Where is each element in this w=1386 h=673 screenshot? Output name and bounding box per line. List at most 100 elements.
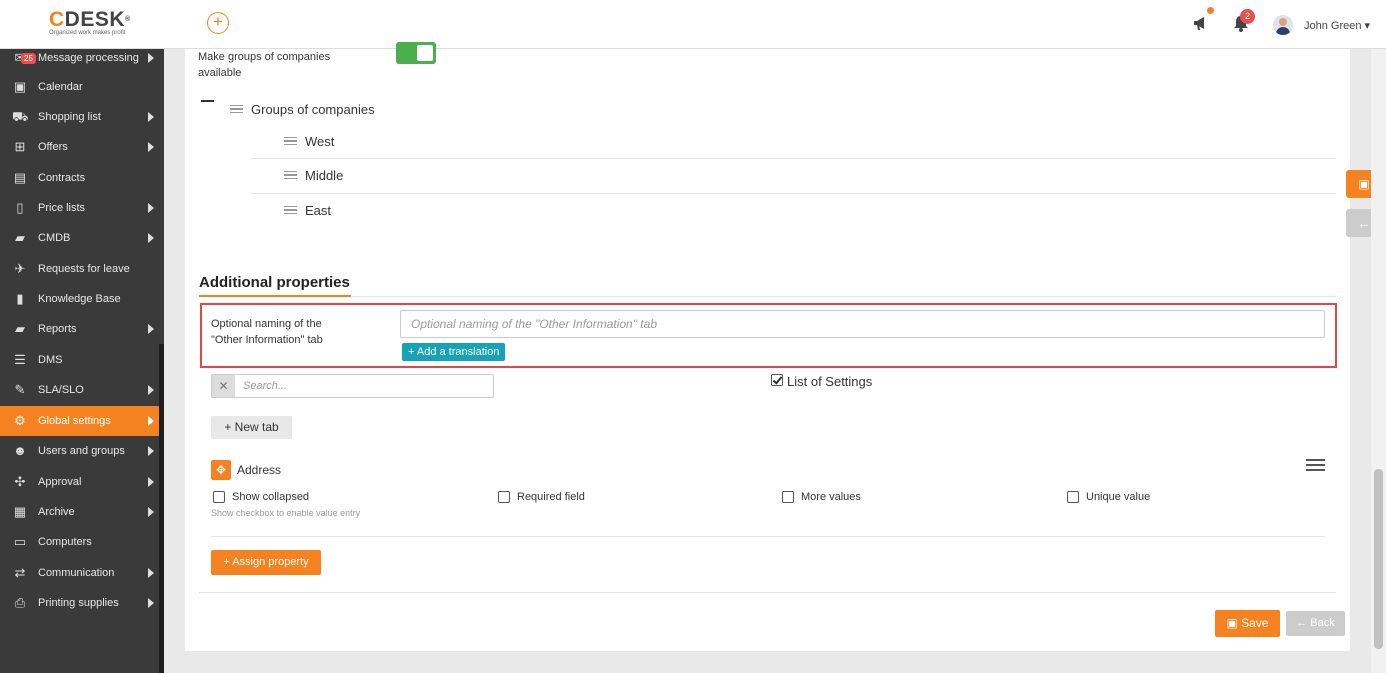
sidebar-item-contracts[interactable]: ▤ Contracts [0, 163, 159, 193]
book-icon: ▮ [16, 291, 24, 306]
chevron-right-icon [148, 53, 154, 63]
arrow-left-icon: ← [1296, 617, 1308, 629]
sidebar-item-price-lists[interactable]: ▯ Price lists [0, 193, 159, 223]
search-field[interactable]: ✕ Search... [211, 374, 494, 398]
floppy-icon: ▣ [1226, 616, 1238, 630]
database-icon: ☰ [14, 352, 26, 367]
move-icon[interactable]: ✥ [211, 460, 231, 480]
make-groups-toggle[interactable] [396, 42, 436, 64]
drag-handle-icon[interactable] [284, 137, 297, 145]
sidebar-item-label: Price lists [38, 202, 86, 214]
gift-icon: ⊞ [14, 139, 26, 154]
more-values-checkbox[interactable] [782, 491, 794, 503]
required-field-label[interactable]: Required field [517, 491, 585, 503]
sidebar-item-offers[interactable]: ⊞ Offers [0, 132, 159, 162]
divider [211, 536, 1325, 537]
sidebar-item-global-settings[interactable]: ⚙ Global settings [0, 406, 159, 436]
sidebar-item-label: DMS [38, 354, 63, 366]
section-underline [199, 295, 351, 297]
quick-add-button[interactable]: + [207, 12, 229, 34]
property-name: Address [237, 463, 282, 477]
page-scrollbar[interactable] [1371, 49, 1386, 673]
more-values-label[interactable]: More values [801, 491, 861, 503]
sidebar-item-knowledge-base[interactable]: ▮ Knowledge Base [0, 284, 159, 314]
show-collapsed-checkbox[interactable] [213, 491, 225, 503]
user-menu[interactable]: John Green ▾ [1304, 19, 1370, 32]
avatar[interactable] [1273, 15, 1293, 35]
list-of-settings-checkbox[interactable] [771, 374, 783, 386]
required-field-checkbox[interactable] [498, 491, 510, 503]
new-tab-button[interactable]: + New tab [211, 416, 292, 439]
chevron-right-icon [148, 142, 154, 152]
assign-property-button[interactable]: + Assign property [211, 550, 321, 575]
sidebar-item-message-processing[interactable]: ✉ 25 Message processing [0, 43, 159, 73]
sidebar-item-communication[interactable]: ⇄ Communication [0, 558, 159, 588]
sidebar-item-label: Communication [38, 567, 115, 579]
unique-value-checkbox[interactable] [1067, 491, 1079, 503]
sidebar-item-label: CMDB [38, 232, 71, 244]
add-translation-button[interactable]: + Add a translation [402, 343, 506, 361]
group-item-west[interactable]: West [305, 134, 334, 149]
group-item-middle[interactable]: Middle [305, 168, 343, 183]
sidebar-item-shopping-list[interactable]: ⛟ Shopping list [0, 102, 159, 132]
other-tab-name-input[interactable]: Optional naming of the "Other Informatio… [400, 310, 1325, 338]
sidebar-item-dms[interactable]: ☰ DMS [0, 345, 159, 375]
chevron-right-icon [148, 324, 154, 334]
group-item-east[interactable]: East [305, 203, 331, 218]
floppy-icon: ▣ [1358, 177, 1370, 191]
users-icon: ☻ [13, 443, 27, 458]
clear-search-icon[interactable]: ✕ [212, 375, 235, 397]
folder-icon: ▰ [15, 321, 25, 336]
arrows-icon: ✣ [14, 474, 26, 489]
save-label: Save [1241, 616, 1269, 630]
calendar-icon: ▣ [13, 79, 27, 94]
sidebar-item-reports[interactable]: ▰ Reports [0, 314, 159, 344]
sidebar-item-sla-slo[interactable]: ✎ SLA/SLO [0, 375, 159, 405]
notification-count-badge: 2 [1240, 9, 1255, 24]
sidebar-item-cmdb[interactable]: ▰ CMDB [0, 223, 159, 253]
groups-title: Groups of companies [251, 102, 375, 117]
drag-handle-icon[interactable] [284, 171, 297, 179]
sidebar-item-archive[interactable]: ▦ Archive [0, 497, 159, 527]
sidebar-item-label: Knowledge Base [38, 293, 121, 305]
divider [199, 592, 1336, 593]
sidebar-item-computers[interactable]: ▭ Computers [0, 527, 159, 557]
chevron-right-icon [148, 203, 154, 213]
list-of-settings-label[interactable]: List of Settings [787, 374, 872, 389]
drag-handle-icon[interactable] [230, 105, 243, 113]
chevron-right-icon [148, 477, 154, 487]
back-button[interactable]: ← Back [1286, 611, 1345, 636]
sidebar-item-users-and-groups[interactable]: ☻ Users and groups [0, 436, 159, 466]
exchange-icon: ⇄ [14, 565, 26, 580]
scrollbar-thumb[interactable] [1374, 469, 1383, 649]
section-divider [199, 296, 1336, 297]
sidebar-item-label: Offers [38, 141, 68, 153]
gears-icon: ⚙ [14, 413, 26, 428]
folder-icon: ▰ [15, 230, 25, 245]
save-button[interactable]: ▣ Save [1215, 610, 1280, 637]
laptop-icon: ▭ [13, 534, 27, 549]
sidebar-item-calendar[interactable]: ▣ Calendar [0, 72, 159, 102]
document-icon: ▯ [16, 200, 24, 215]
unique-value-label[interactable]: Unique value [1086, 491, 1150, 503]
megaphone-icon[interactable] [1191, 13, 1211, 33]
search-input[interactable]: Search... [243, 380, 287, 392]
sidebar-scrollbar[interactable] [159, 344, 164, 673]
show-collapsed-label[interactable]: Show collapsed [232, 491, 309, 503]
cdesk-logo[interactable]: CDESK® Organized work makes profit [49, 9, 149, 39]
menu-icon[interactable] [1306, 459, 1325, 471]
sidebar-item-label: SLA/SLO [38, 384, 84, 396]
sidebar-item-requests-for-leave[interactable]: ✈ Requests for leave [0, 254, 159, 284]
sidebar-item-approval[interactable]: ✣ Approval [0, 467, 159, 497]
drag-handle-icon[interactable] [284, 206, 297, 214]
sidebar-item-label: Global settings [38, 415, 111, 427]
sidebar-item-label: Printing supplies [38, 597, 119, 609]
divider [251, 193, 1336, 194]
chevron-right-icon [148, 416, 154, 426]
chevron-right-icon [148, 568, 154, 578]
collapse-icon[interactable] [201, 100, 214, 102]
contract-icon: ▤ [13, 170, 27, 185]
other-tab-label: Optional naming of the [211, 318, 322, 330]
sidebar-item-printing-supplies[interactable]: ⎙ Printing supplies [0, 588, 159, 618]
divider [251, 158, 1336, 159]
